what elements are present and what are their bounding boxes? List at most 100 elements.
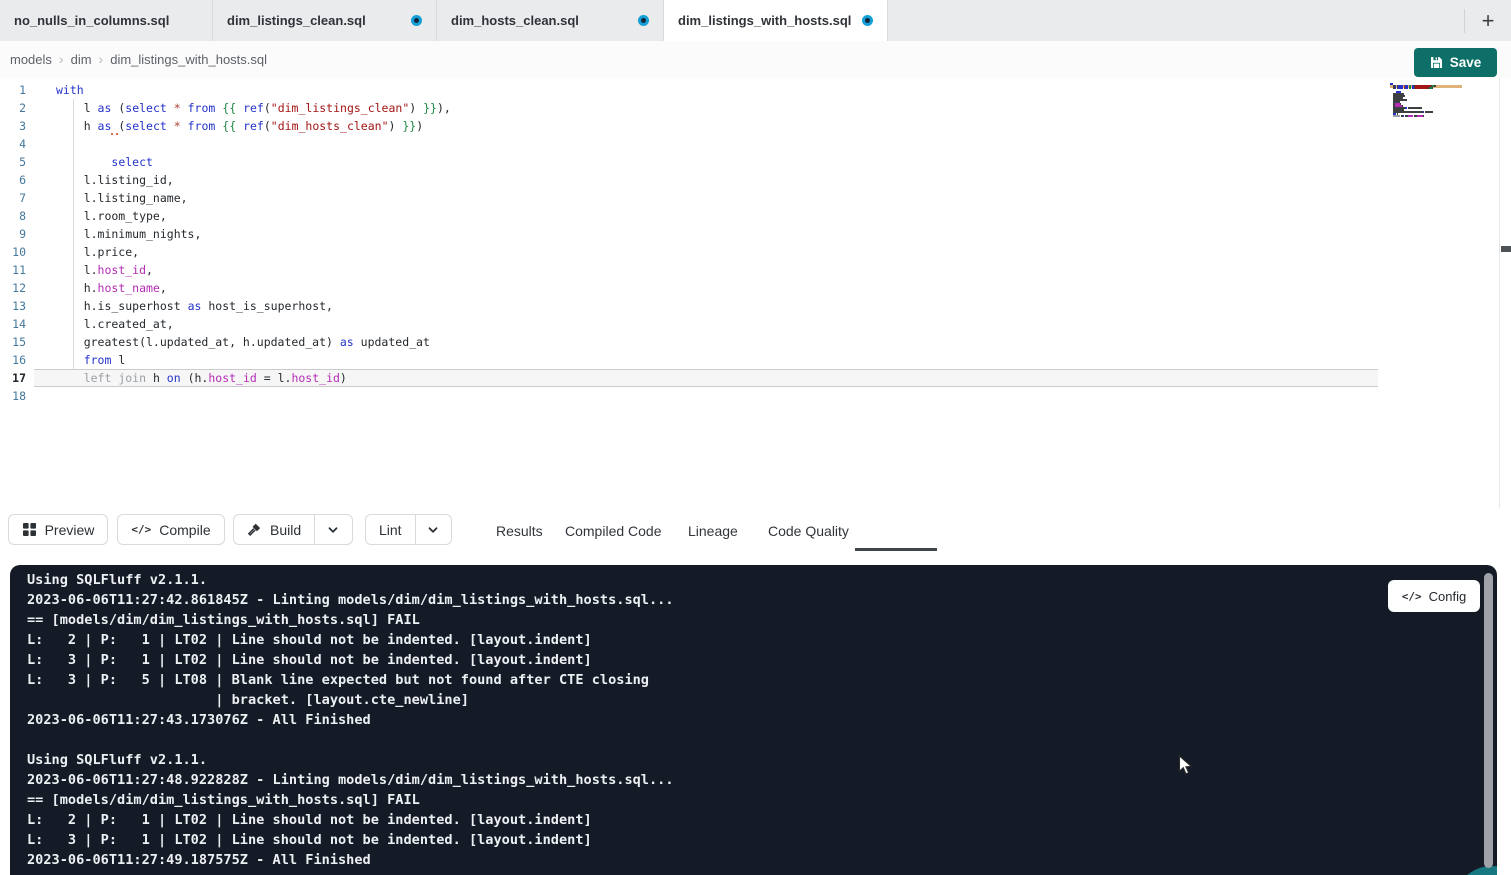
save-button[interactable]: Save: [1414, 48, 1497, 77]
code-brackets-icon: </>: [1402, 590, 1422, 603]
lint-dropdown-button[interactable]: [416, 515, 451, 544]
build-split-button: Build: [233, 514, 353, 545]
line-number[interactable]: 10: [0, 243, 34, 261]
line-number[interactable]: 17: [0, 369, 34, 387]
floppy-disk-icon: [1430, 56, 1443, 69]
line-number[interactable]: 13: [0, 297, 34, 315]
code-line[interactable]: 3 h as (select * from {{ ref("dim_hosts_…: [0, 117, 1511, 135]
file-tab[interactable]: dim_hosts_clean.sql: [437, 0, 664, 41]
code-line[interactable]: 11 l.host_id,: [0, 261, 1511, 279]
compile-button-label: Compile: [159, 522, 210, 538]
line-number[interactable]: 7: [0, 189, 34, 207]
unsaved-changes-badge[interactable]: [411, 15, 422, 26]
minimap[interactable]: [1390, 83, 1462, 119]
terminal-line: L: 3 | P: 5 | LT08 | Blank line expected…: [27, 672, 674, 692]
line-number[interactable]: 1: [0, 81, 34, 99]
lint-split-button: Lint: [365, 514, 452, 545]
terminal-scrollbar-thumb[interactable]: [1484, 573, 1493, 868]
code-text: l.listing_id,: [34, 171, 174, 189]
tab-compiled-code[interactable]: Compiled Code: [565, 508, 662, 555]
file-tab[interactable]: no_nulls_in_columns.sql: [0, 0, 213, 41]
code-line[interactable]: 1with: [0, 81, 1511, 99]
file-tab-label: dim_hosts_clean.sql: [451, 13, 579, 28]
line-number[interactable]: 8: [0, 207, 34, 225]
minimap-lines: [1390, 83, 1462, 119]
line-number[interactable]: 14: [0, 315, 34, 333]
config-button-label: Config: [1429, 589, 1467, 604]
code-line[interactable]: 10 l.price,: [0, 243, 1511, 261]
build-button[interactable]: Build: [234, 515, 315, 544]
unsaved-changes-badge[interactable]: [638, 15, 649, 26]
line-number[interactable]: 4: [0, 135, 34, 153]
action-toolbar: Preview </> Compile Build Lint: [0, 508, 1511, 565]
breadcrumb-item-dim[interactable]: dim: [71, 52, 92, 67]
code-line[interactable]: 14 l.created_at,: [0, 315, 1511, 333]
file-tab-label: no_nulls_in_columns.sql: [14, 13, 169, 28]
code-line[interactable]: 15 greatest(l.updated_at, h.updated_at) …: [0, 333, 1511, 351]
code-editor[interactable]: 1with2 l as (select * from {{ ref("dim_l…: [0, 78, 1511, 508]
build-dropdown-button[interactable]: [315, 515, 351, 544]
file-tab-label: dim_listings_clean.sql: [227, 13, 366, 28]
code-line[interactable]: 17 left join h on (h.host_id = l.host_id…: [0, 369, 1511, 387]
code-text: h.host_name,: [34, 279, 167, 297]
breadcrumb: models›dim›dim_listings_with_hosts.sql: [10, 41, 267, 78]
code-line[interactable]: 18: [0, 387, 1511, 405]
tab-code-quality[interactable]: Code Quality: [768, 508, 849, 555]
file-tab-label: dim_listings_with_hosts.sql: [678, 13, 851, 28]
terminal-line: L: 2 | P: 1 | LT02 | Line should not be …: [27, 812, 674, 832]
code-line[interactable]: 13 h.is_superhost as host_is_superhost,: [0, 297, 1511, 315]
code-line[interactable]: 7 l.listing_name,: [0, 189, 1511, 207]
terminal-line: == [models/dim/dim_listings_with_hosts.s…: [27, 792, 674, 812]
code-line[interactable]: 4: [0, 135, 1511, 153]
line-number[interactable]: 11: [0, 261, 34, 279]
line-number[interactable]: 18: [0, 387, 34, 405]
file-tab[interactable]: dim_listings_clean.sql: [213, 0, 437, 41]
code-line[interactable]: 8 l.room_type,: [0, 207, 1511, 225]
lint-button[interactable]: Lint: [366, 515, 416, 544]
line-number[interactable]: 3: [0, 117, 34, 135]
breadcrumb-separator: ›: [92, 51, 111, 67]
unsaved-changes-badge[interactable]: [862, 15, 873, 26]
terminal-line: L: 2 | P: 1 | LT02 | Line should not be …: [27, 632, 674, 652]
breadcrumb-separator: ›: [52, 51, 71, 67]
code-line[interactable]: 9 l.minimum_nights,: [0, 225, 1511, 243]
code-text: l.price,: [34, 243, 139, 261]
editor-scrollbar-track: [1499, 78, 1500, 508]
line-number[interactable]: 15: [0, 333, 34, 351]
file-tab[interactable]: dim_listings_with_hosts.sql: [664, 0, 888, 41]
code-line[interactable]: 16 from l: [0, 351, 1511, 369]
config-button[interactable]: </> Config: [1388, 580, 1480, 612]
code-text: [34, 135, 56, 153]
new-tab-button[interactable]: +: [1465, 0, 1511, 41]
compile-button[interactable]: </> Compile: [117, 514, 225, 545]
tab-lineage[interactable]: Lineage: [688, 508, 738, 555]
minimap-line: [1390, 117, 1462, 119]
line-number[interactable]: 6: [0, 171, 34, 189]
chevron-down-icon: [427, 524, 439, 536]
code-line[interactable]: 2 l as (select * from {{ ref("dim_listin…: [0, 99, 1511, 117]
tab-results[interactable]: Results: [496, 508, 543, 555]
editor-scrollbar-thumb[interactable]: [1501, 246, 1511, 252]
code-text: l.listing_name,: [34, 189, 188, 207]
terminal-line: 2023-06-06T11:27:43.173076Z - All Finish…: [27, 712, 674, 732]
code-lines: 1with2 l as (select * from {{ ref("dim_l…: [0, 81, 1511, 405]
active-tab-underline: [855, 548, 937, 551]
code-text: h as (select * from {{ ref("dim_hosts_cl…: [34, 117, 423, 135]
hammer-icon: [247, 522, 262, 537]
code-line[interactable]: 5 select: [0, 153, 1511, 171]
preview-button[interactable]: Preview: [8, 514, 108, 545]
line-number[interactable]: 5: [0, 153, 34, 171]
tab-bar: no_nulls_in_columns.sql dim_listings_clea…: [0, 0, 1511, 41]
code-text: l.room_type,: [34, 207, 167, 225]
code-line[interactable]: 6 l.listing_id,: [0, 171, 1511, 189]
code-line[interactable]: 12 h.host_name,: [0, 279, 1511, 297]
code-text: with: [34, 81, 84, 99]
breadcrumb-item-models[interactable]: models: [10, 52, 52, 67]
line-number[interactable]: 12: [0, 279, 34, 297]
code-text: l.created_at,: [34, 315, 174, 333]
terminal-line: == [models/dim/dim_listings_with_hosts.s…: [27, 612, 674, 632]
chevron-down-icon: [327, 524, 339, 536]
line-number[interactable]: 9: [0, 225, 34, 243]
line-number[interactable]: 16: [0, 351, 34, 369]
line-number[interactable]: 2: [0, 99, 34, 117]
